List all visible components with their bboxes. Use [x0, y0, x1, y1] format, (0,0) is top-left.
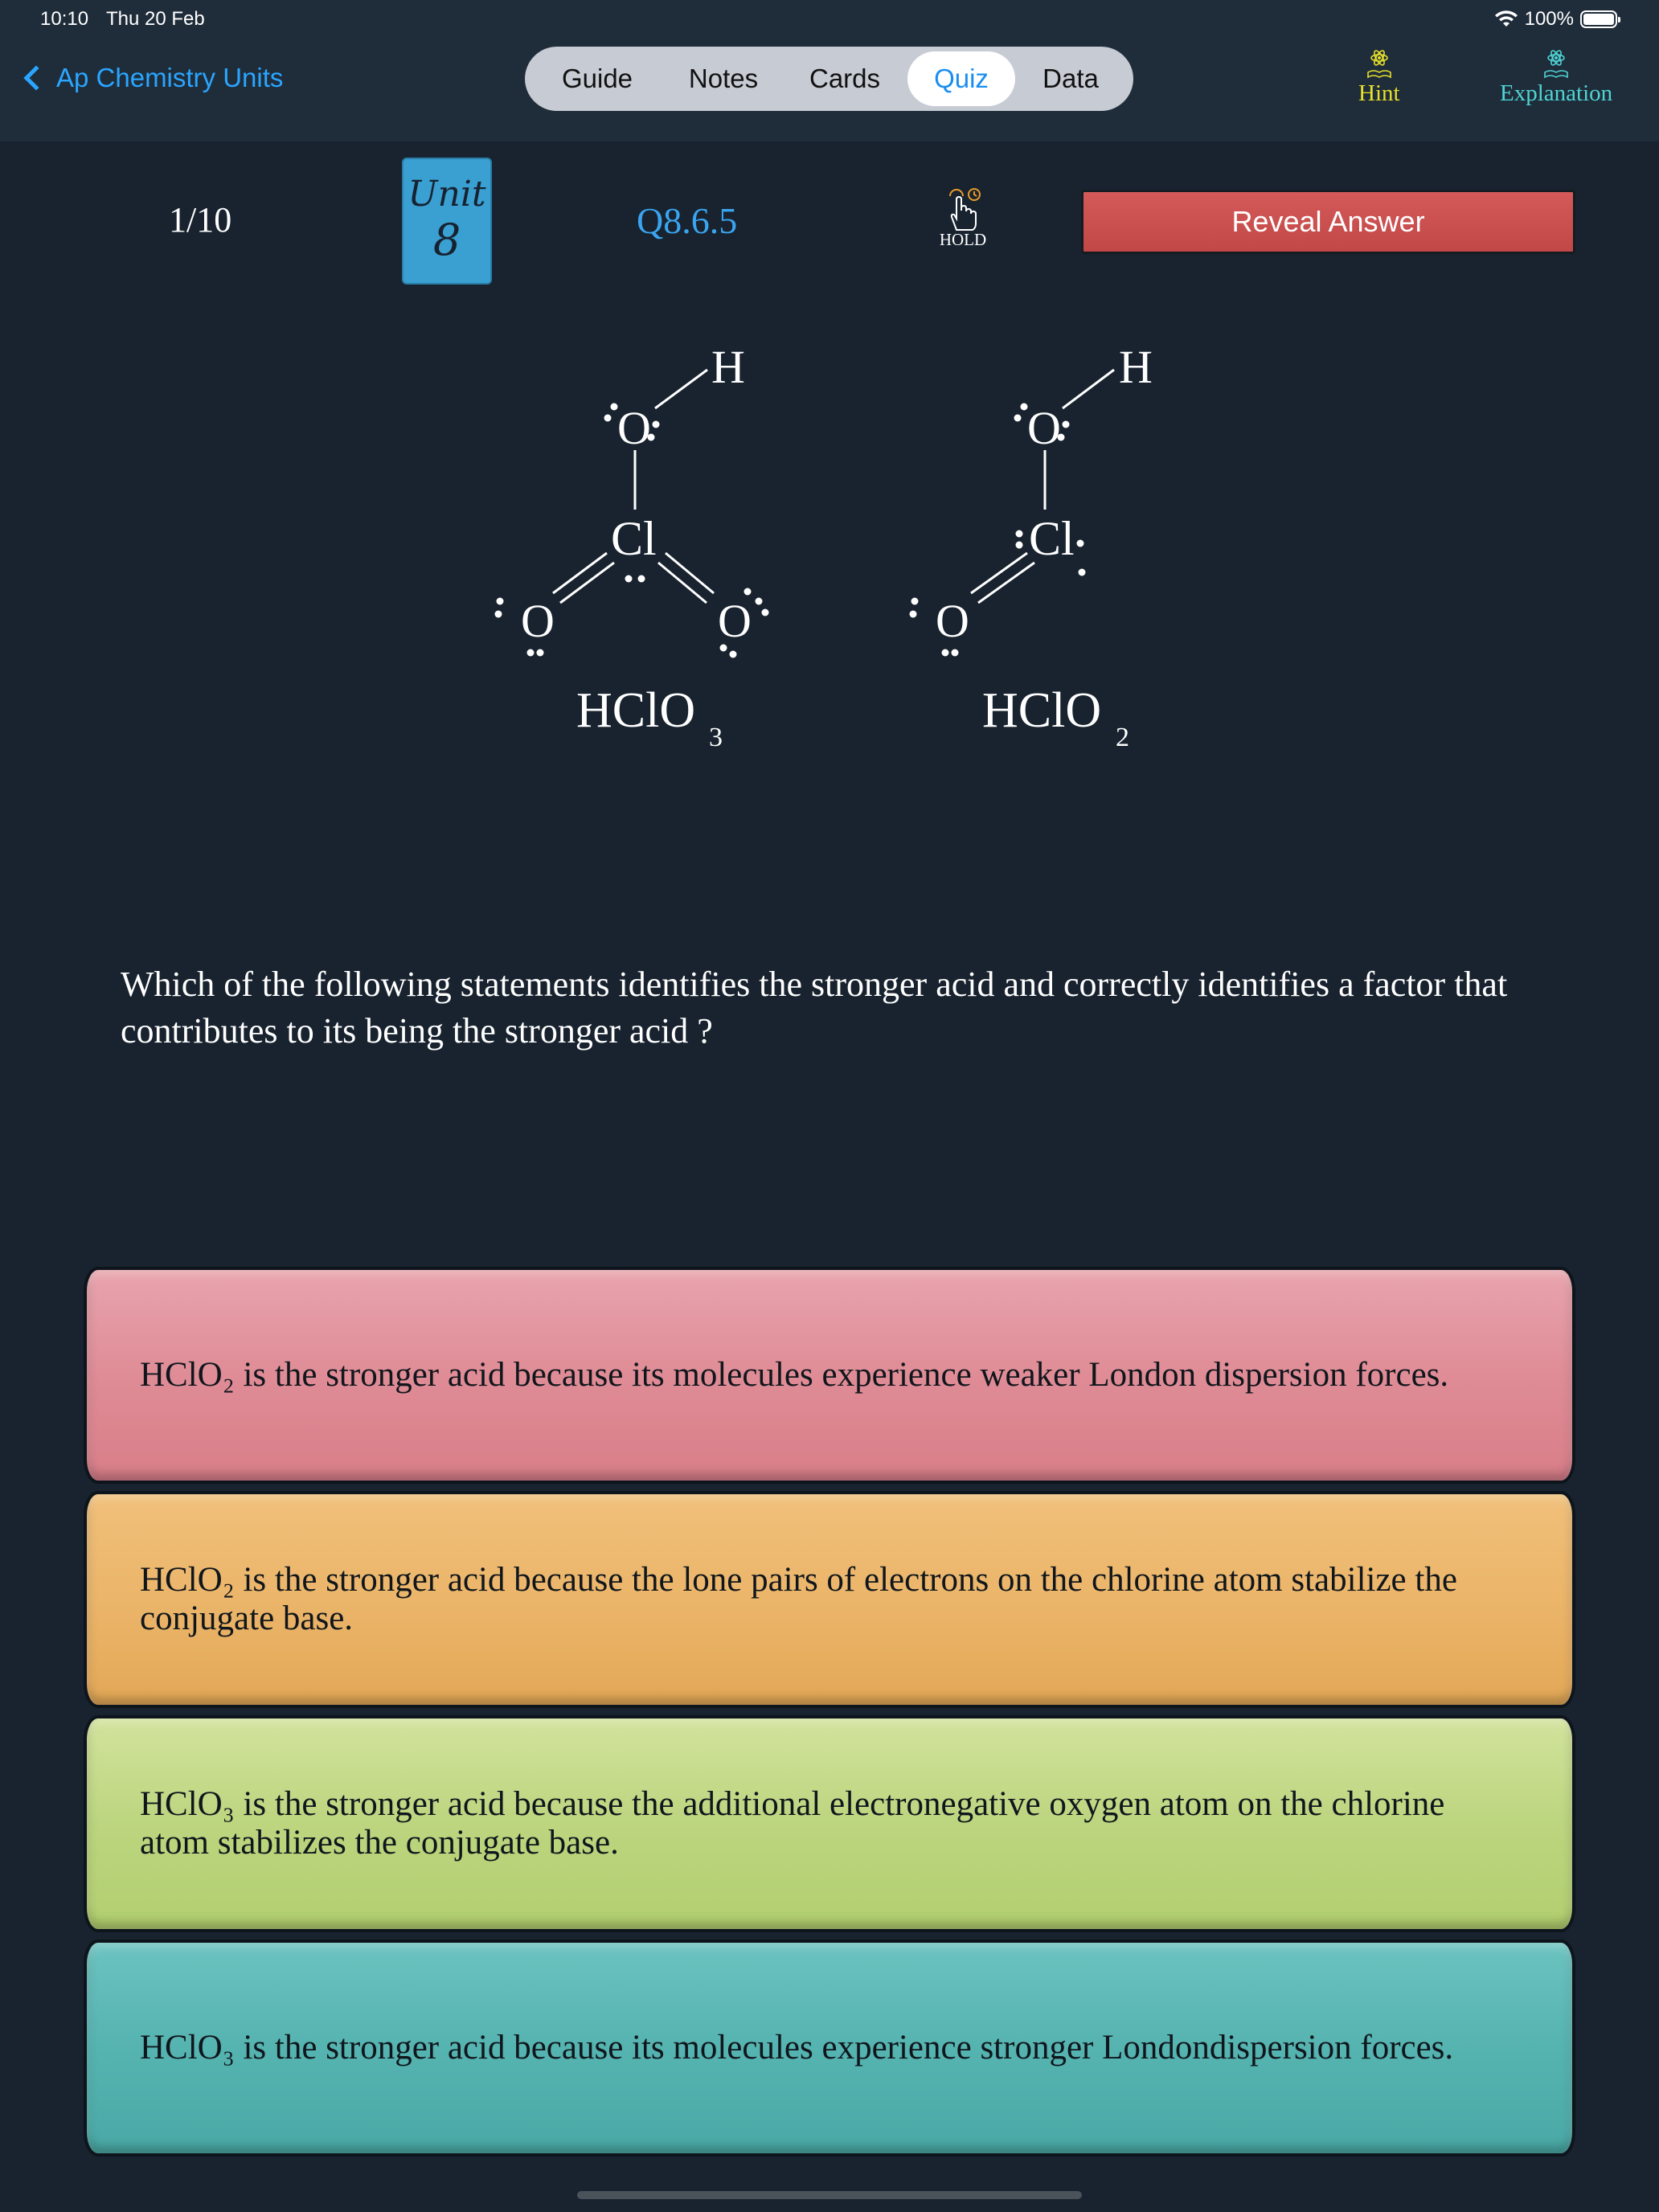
hint-label: Hint [1358, 80, 1400, 106]
atom-book-icon [1544, 50, 1568, 79]
status-bar: 10:10 Thu 20 Feb 100% [0, 0, 1659, 39]
tab-guide[interactable]: Guide [530, 51, 665, 106]
tab-cards[interactable]: Cards [782, 51, 907, 106]
status-date: Thu 20 Feb [106, 8, 205, 30]
question-code[interactable]: Q8.6.5 [637, 199, 737, 242]
status-time: 10:10 [40, 8, 89, 30]
unit-badge: Unit 8 [402, 158, 492, 285]
tab-data[interactable]: Data [1015, 51, 1126, 106]
battery-percent: 100% [1524, 8, 1574, 30]
answer-text: HClO₃ is the stronger acid because the a… [140, 1785, 1445, 1862]
chevron-left-icon [23, 65, 49, 91]
back-button[interactable]: Ap Chemistry Units [19, 58, 283, 98]
home-indicator[interactable] [577, 2191, 1082, 2199]
atom-book-icon [1366, 50, 1391, 79]
atom-o-right: O [718, 595, 752, 647]
atom-cl: Cl [1029, 512, 1075, 565]
tab-notes[interactable]: Notes [665, 51, 782, 106]
answer-option-d[interactable]: HClO₃ is the stronger acid because its m… [84, 1940, 1575, 2157]
hand-tap-icon [949, 188, 981, 231]
atom-cl: Cl [611, 512, 657, 565]
answer-option-b[interactable]: HClO₂ is the stronger acid because the l… [84, 1491, 1575, 1708]
formula-hclo2-subscript: 2 [1116, 723, 1129, 752]
explanation-button[interactable]: Explanation [1500, 48, 1612, 107]
section-tabs: Guide Notes Cards Quiz Data [525, 47, 1133, 111]
atom-h: H [711, 341, 745, 393]
formula-hclo3-subscript: 3 [709, 723, 723, 752]
back-label: Ap Chemistry Units [56, 63, 284, 92]
formula-hclo2: HClO [982, 683, 1101, 738]
battery-icon [1580, 10, 1620, 28]
hold-button[interactable]: HOLD [932, 186, 993, 254]
tab-quiz[interactable]: Quiz [907, 51, 1015, 106]
atom-h: H [1119, 341, 1153, 393]
answer-text: HClO₂ is the stronger acid because the l… [140, 1561, 1457, 1637]
status-right: 100% [1494, 8, 1620, 31]
atom-o-left: O [936, 595, 969, 647]
formula-hclo3: HClO [576, 683, 695, 738]
atom-o-top: O [1027, 402, 1061, 454]
hint-button[interactable]: Hint [1358, 48, 1400, 107]
reveal-answer-button[interactable]: Reveal Answer [1081, 190, 1575, 254]
answer-text: HClO₂ is the stronger acid because its m… [140, 1356, 1449, 1394]
unit-number: 8 [432, 214, 461, 265]
nav-bar: Ap Chemistry Units Guide Notes Cards Qui… [0, 39, 1659, 141]
question-text: Which of the following statements identi… [121, 965, 1508, 1051]
hold-label: HOLD [939, 230, 987, 249]
lewis-structures-figure: H O Cl O O HClO 3 H O Cl O HClO 2 [494, 341, 1153, 752]
atom-o-top: O [617, 402, 651, 454]
question-counter: 1/10 [169, 200, 232, 240]
hclo2-structure: H O Cl O HClO 2 [909, 341, 1153, 752]
explanation-label: Explanation [1500, 80, 1613, 106]
atom-o-left: O [521, 595, 555, 647]
answer-option-a[interactable]: HClO₂ is the stronger acid because its m… [84, 1267, 1575, 1484]
hclo3-structure: H O Cl O O HClO 3 [494, 341, 769, 752]
wifi-icon [1494, 10, 1518, 27]
unit-label: Unit [408, 174, 486, 215]
answer-text: HClO₃ is the stronger acid because its m… [140, 2029, 1454, 2067]
answer-option-c[interactable]: HClO₃ is the stronger acid because the a… [84, 1715, 1575, 1932]
